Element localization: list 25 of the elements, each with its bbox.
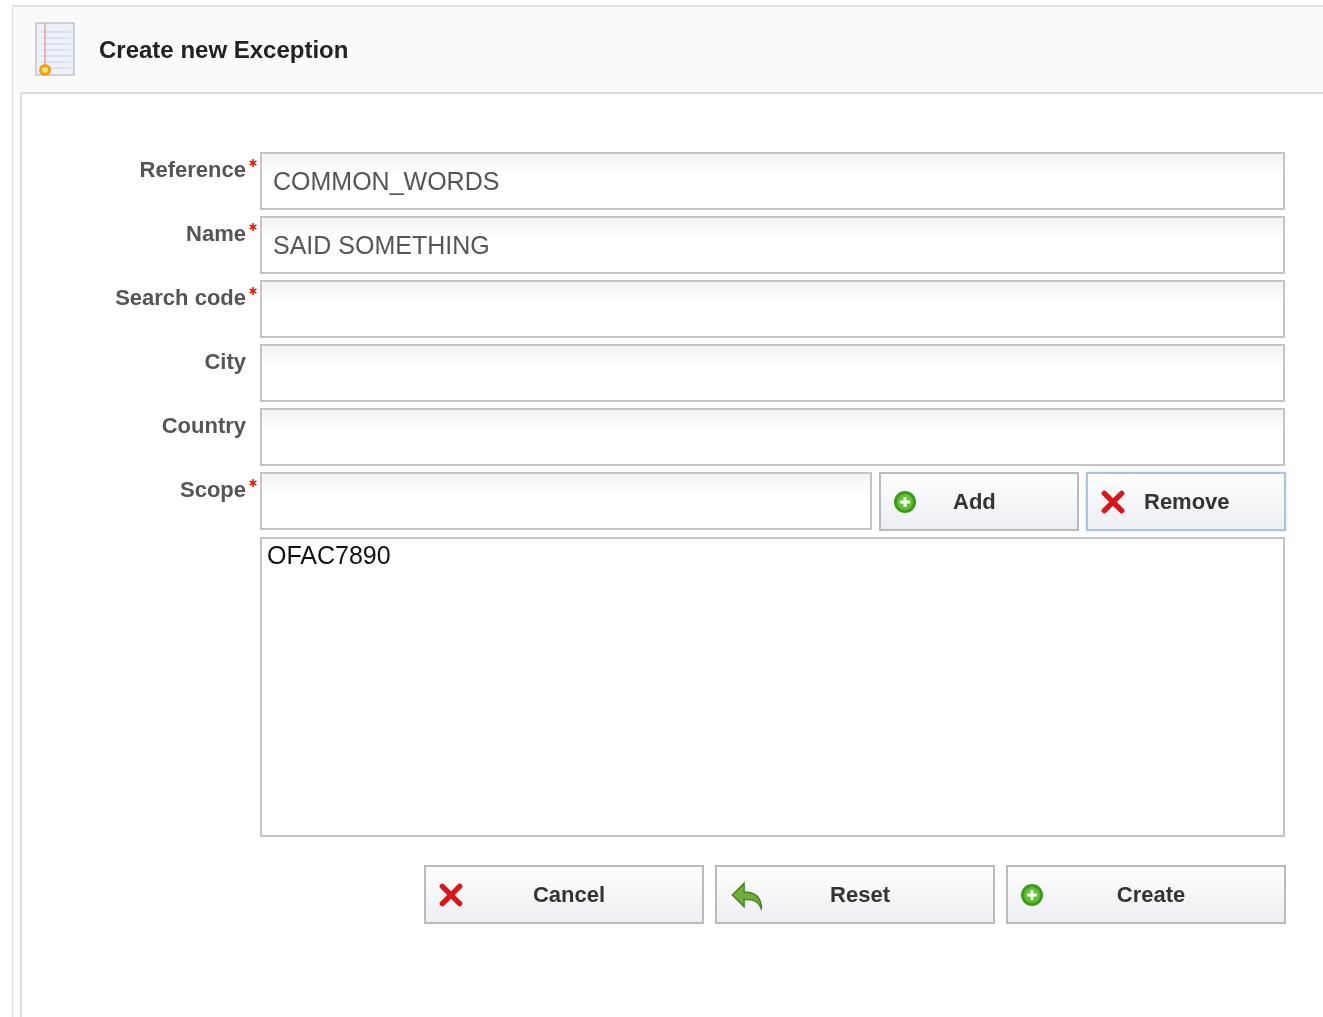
text-field[interactable] [260, 280, 1285, 338]
text-field[interactable]: COMMON_WORDS [260, 152, 1285, 210]
action-button[interactable]: Add [879, 472, 1079, 531]
dialog-title: Create new Exception [99, 35, 349, 64]
action-button[interactable]: Cancel [424, 865, 704, 924]
action-button[interactable]: Reset [715, 865, 995, 924]
action-button[interactable]: Create [1006, 865, 1286, 924]
cross-icon [438, 881, 464, 908]
scope-list[interactable]: OFAC7890 [260, 537, 1285, 837]
field-label: Search code [115, 285, 246, 311]
text-field[interactable] [260, 344, 1285, 402]
plus-circle-icon [1020, 882, 1044, 907]
field-label: Scope [179, 477, 246, 503]
document-icon [33, 21, 77, 78]
plus-circle-icon [893, 489, 917, 514]
text-field[interactable]: SAID SOMETHING [260, 216, 1285, 274]
field-label: Reference [139, 157, 246, 183]
text-field[interactable] [260, 472, 872, 530]
cross-icon [1100, 488, 1126, 515]
list-item[interactable]: OFAC7890 [267, 541, 1278, 570]
text-field[interactable] [260, 408, 1285, 466]
field-label: Country [161, 413, 246, 439]
field-label: City [204, 349, 246, 375]
field-label: Name [186, 221, 246, 247]
action-button[interactable]: Remove [1086, 472, 1286, 531]
